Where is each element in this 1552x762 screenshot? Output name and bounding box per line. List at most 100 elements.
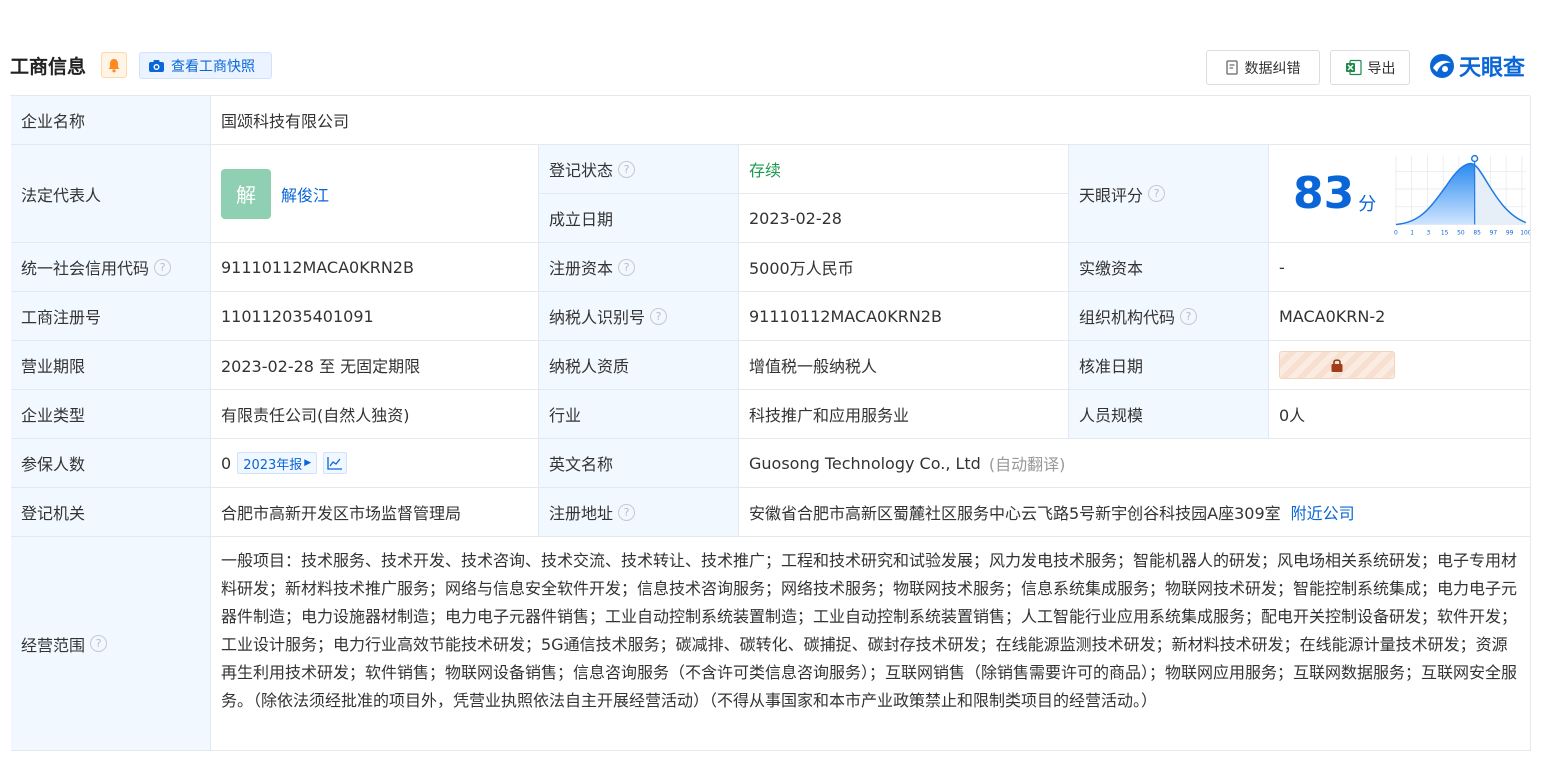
view-snapshot-label: 查看工商快照 (171, 58, 255, 75)
business-term: 2023-02-28 至 无固定期限 (211, 341, 539, 390)
reg-capital-label: 注册资本 (549, 259, 614, 278)
english-name: Guosong Technology Co., Ltd (749, 453, 981, 473)
score-tick-label: 99 (1506, 230, 1514, 236)
help-icon[interactable]: ? (154, 258, 172, 276)
export-button[interactable]: 导出 (1330, 50, 1410, 85)
authority-label: 登记机关 (11, 488, 211, 537)
excel-icon (1345, 59, 1362, 76)
score-tick-label: 3 (1427, 230, 1431, 236)
score-cell[interactable]: 83 分 0 1 3 15 50 85 97 99 100 (1269, 145, 1531, 243)
help-icon[interactable]: ? (90, 635, 108, 652)
insured-count: 0 (221, 453, 232, 473)
annual-report-label: 2023年报 (243, 457, 303, 473)
insured-label: 参保人数 (11, 439, 211, 488)
founded-label: 成立日期 (539, 194, 739, 243)
help-icon[interactable]: ? (618, 160, 636, 178)
legal-rep-name-link[interactable]: 解俊江 (281, 182, 329, 206)
reg-status: 存续 (739, 145, 1069, 194)
org-code-label-cell: 组织机构代码? (1069, 292, 1269, 341)
help-icon[interactable]: ? (650, 307, 668, 325)
company-type: 有限责任公司(自然人独资) (211, 390, 539, 439)
reg-authority: 合肥市高新开发区市场监督管理局 (211, 488, 539, 537)
reg-no: 110112035401091 (211, 292, 539, 341)
credit-code: 91110112MACA0KRN2B (211, 243, 539, 292)
lock-icon (1331, 359, 1343, 372)
paid-capital-label: 实缴资本 (1069, 243, 1269, 292)
score-tick-label: 100 (1520, 230, 1530, 236)
company-name-label: 企业名称 (11, 96, 211, 145)
data-correction-label: 数据纠错 (1244, 60, 1301, 77)
approve-date-label: 核准日期 (1069, 341, 1269, 390)
logo-text: 天眼查 (1459, 56, 1526, 81)
locked-content-button[interactable] (1279, 351, 1395, 379)
credit-code-label-cell: 统一社会信用代码? (11, 243, 211, 292)
staff-size: 0人 (1269, 390, 1531, 439)
camera-icon (149, 59, 164, 72)
edit-doc-icon (1225, 60, 1238, 75)
tianyancha-logo: 天眼查 (1428, 50, 1525, 82)
staff-size-label: 人员规模 (1069, 390, 1269, 439)
taxpayer-id-label-cell: 纳税人识别号? (539, 292, 739, 341)
score-tick-label: 1 (1411, 230, 1415, 236)
credit-code-label: 统一社会信用代码 (21, 259, 150, 278)
paid-capital: - (1269, 243, 1531, 292)
term-label: 营业期限 (11, 341, 211, 390)
legal-rep-cell: 解 解俊江 (211, 145, 539, 243)
org-code: MACA0KRN-2 (1269, 292, 1531, 341)
org-code-label: 组织机构代码 (1079, 308, 1176, 327)
score-label: 天眼评分 (1079, 185, 1144, 205)
score-label-cell: 天眼评分? (1069, 145, 1269, 243)
address-label-cell: 注册地址? (539, 488, 739, 537)
trend-chart-icon[interactable] (323, 452, 348, 474)
score-tick-label: 15 (1441, 230, 1449, 236)
taxpayer-id: 91110112MACA0KRN2B (739, 292, 1069, 341)
address-label: 注册地址 (549, 504, 614, 523)
scope-label: 经营范围 (21, 635, 86, 655)
help-icon[interactable]: ? (618, 503, 636, 521)
score-distribution-chart: 0 1 3 15 50 85 97 99 100 (1394, 154, 1530, 236)
approve-date-cell (1269, 341, 1531, 390)
export-label: 导出 (1367, 60, 1396, 77)
reg-status-label-cell: 登记状态? (539, 145, 739, 194)
score-tick-label: 50 (1457, 230, 1465, 236)
section-title: 工商信息 (10, 56, 87, 78)
help-icon[interactable]: ? (1148, 185, 1166, 202)
business-info-table: 企业名称 国颂科技有限公司 法定代表人 解 解俊江 登记状态? 存续 成立日期 … (10, 95, 1531, 751)
help-icon[interactable]: ? (1180, 307, 1198, 325)
industry: 科技推广和应用服务业 (739, 390, 1069, 439)
english-name-cell: Guosong Technology Co., Ltd (自动翻译) (739, 439, 1531, 488)
insured-cell: 0 2023年报 ▶ (211, 439, 539, 488)
reg-no-label: 工商注册号 (11, 292, 211, 341)
business-scope: 一般项目：技术服务、技术开发、技术咨询、技术交流、技术转让、技术推广；工程和技术… (211, 537, 1531, 751)
view-snapshot-button[interactable]: 查看工商快照 (139, 52, 272, 79)
auto-translate-note: (自动翻译) (988, 455, 1066, 474)
company-name: 国颂科技有限公司 (211, 96, 1531, 145)
score-tick-label: 97 (1490, 230, 1498, 236)
reg-address: 安徽省合肥市高新区蜀麓社区服务中心云飞路5号新宇创谷科技园A座309室 (749, 504, 1281, 523)
section-header: 工商信息 查看工商快照 数据纠错 导出 天眼查 (0, 0, 1552, 96)
score-unit: 分 (1358, 193, 1377, 215)
founded-date: 2023-02-28 (739, 194, 1069, 243)
score-tick-label: 0 (1394, 230, 1398, 236)
score-value: 83 (1293, 167, 1355, 219)
annual-report-tag[interactable]: 2023年报 ▶ (237, 452, 318, 474)
bell-icon[interactable] (101, 52, 127, 78)
data-correction-button[interactable]: 数据纠错 (1206, 50, 1320, 85)
reg-status-label: 登记状态 (549, 161, 614, 180)
help-icon[interactable]: ? (618, 258, 636, 276)
taxpayer-id-label: 纳税人识别号 (549, 308, 646, 327)
reg-capital: 5000万人民币 (739, 243, 1069, 292)
legal-rep-avatar[interactable]: 解 (221, 168, 271, 219)
score-tick-label: 85 (1474, 230, 1482, 236)
tianyancha-logo-icon (1430, 54, 1454, 78)
nearby-companies-link[interactable]: 附近公司 (1291, 500, 1355, 524)
reg-capital-label-cell: 注册资本? (539, 243, 739, 292)
caret-right-icon: ▶ (304, 458, 312, 468)
taxpayer-qual-label: 纳税人资质 (539, 341, 739, 390)
legal-rep-label: 法定代表人 (11, 145, 211, 243)
taxpayer-qual: 增值税一般纳税人 (739, 341, 1069, 390)
address-cell: 安徽省合肥市高新区蜀麓社区服务中心云飞路5号新宇创谷科技园A座309室 附近公司 (739, 488, 1531, 537)
industry-label: 行业 (539, 390, 739, 439)
company-type-label: 企业类型 (11, 390, 211, 439)
english-name-label: 英文名称 (539, 439, 739, 488)
